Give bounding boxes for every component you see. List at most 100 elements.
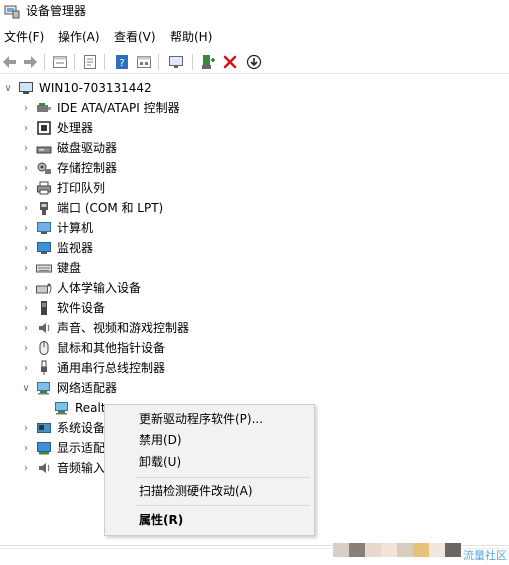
uninstall-button[interactable] — [220, 52, 240, 72]
menu-view[interactable]: 查看(V) — [114, 29, 156, 45]
tree-item-monitor[interactable]: › 监视器 — [20, 238, 93, 258]
mosaic-strip — [333, 543, 461, 557]
tree-item-processor[interactable]: › 处理器 — [20, 118, 93, 138]
tree-item-software[interactable]: › 软件设备 — [20, 298, 105, 318]
tree-item-label: 打印队列 — [57, 181, 106, 195]
toolbar-separator — [44, 54, 45, 70]
scan-button[interactable] — [244, 52, 264, 72]
toolbar-separator — [74, 54, 75, 70]
tree-item-label: 软件设备 — [57, 301, 106, 315]
tree-item-label: 音频输入 — [57, 461, 106, 475]
tree-item-storage[interactable]: › 存储控制器 — [20, 158, 117, 178]
expand-chevron-icon[interactable]: › — [20, 278, 32, 298]
expand-chevron-icon[interactable]: › — [20, 218, 32, 238]
update-driver-button[interactable] — [134, 52, 154, 72]
expand-chevron-icon[interactable]: › — [20, 198, 32, 218]
tree-item-label: Realt — [75, 401, 106, 415]
computer-icon — [37, 222, 51, 234]
port-icon — [40, 202, 48, 215]
computer-icon — [19, 82, 33, 94]
software-device-icon — [41, 301, 47, 315]
tree-item-sound[interactable]: › 声音、视频和游戏控制器 — [20, 318, 189, 338]
tree-item-audio-input[interactable]: › 音频输入 — [20, 458, 105, 478]
ctx-separator — [135, 505, 310, 506]
expand-chevron-icon[interactable]: › — [20, 358, 32, 378]
system-device-icon — [37, 423, 51, 433]
ctx-disable[interactable]: 禁用(D) — [105, 430, 314, 450]
tree-item-label: 系统设备 — [57, 421, 106, 435]
tree-item-label: IDE ATA/ATAPI 控制器 — [57, 101, 180, 115]
tree-item-ide[interactable]: › IDE ATA/ATAPI 控制器 — [20, 98, 180, 118]
back-button[interactable] — [0, 52, 20, 72]
ide-controller-icon — [37, 103, 51, 112]
tree-item-printer[interactable]: › 打印队列 — [20, 178, 105, 198]
network-card-icon — [55, 402, 68, 415]
help-icon: ? — [116, 55, 128, 69]
tree-item-realtek[interactable]: Realt — [38, 398, 106, 418]
svg-text:?: ? — [119, 58, 124, 69]
tree-item-keyboard[interactable]: › 键盘 — [20, 258, 81, 278]
show-hidden-icon — [53, 56, 67, 68]
tree-item-label: 端口 (COM 和 LPT) — [57, 201, 164, 215]
tree-item-computer[interactable]: › 计算机 — [20, 218, 93, 238]
storage-controller-icon — [37, 162, 51, 174]
expand-chevron-icon[interactable]: › — [20, 438, 32, 458]
context-menu: 更新驱动程序软件(P)... 禁用(D) 卸载(U) 扫描检测硬件改动(A) 属… — [104, 404, 315, 536]
tree-root[interactable]: ∨ WIN10-703131442 — [2, 78, 151, 98]
tree-item-label: 声音、视频和游戏控制器 — [57, 321, 190, 335]
monitor-button[interactable] — [166, 52, 186, 72]
menu-help[interactable]: 帮助(H) — [170, 29, 212, 45]
expand-chevron-icon[interactable]: › — [20, 178, 32, 198]
hid-icon — [36, 283, 52, 294]
forward-arrow-icon — [24, 56, 37, 68]
sound-icon — [39, 323, 50, 333]
tree-item-network[interactable]: ∨ 网络适配器 — [20, 378, 117, 398]
menu-action[interactable]: 操作(A) — [58, 29, 100, 45]
tree-item-label: 通用串行总线控制器 — [57, 361, 166, 375]
window-title: 设备管理器 — [26, 4, 87, 18]
expand-chevron-icon[interactable]: › — [20, 138, 32, 158]
tree-item-ports[interactable]: › 端口 (COM 和 LPT) — [20, 198, 163, 218]
expand-chevron-icon[interactable]: › — [20, 318, 32, 338]
expand-chevron-icon[interactable]: › — [20, 338, 32, 358]
tree-item-mouse[interactable]: › 鼠标和其他指针设备 — [20, 338, 165, 358]
back-arrow-icon — [3, 56, 16, 68]
ctx-update-driver[interactable]: 更新驱动程序软件(P)... — [105, 409, 314, 429]
show-hidden-button[interactable] — [50, 52, 70, 72]
expand-chevron-icon[interactable]: › — [20, 418, 32, 438]
tree-item-system[interactable]: › 系统设备 — [20, 418, 105, 438]
help-button[interactable]: ? — [112, 52, 132, 72]
expand-chevron-icon[interactable]: › — [20, 298, 32, 318]
tree-item-hid[interactable]: › 人体学输入设备 — [20, 278, 141, 298]
toolbar-separator — [104, 54, 105, 70]
keyboard-icon — [36, 264, 52, 273]
update-driver-icon — [137, 56, 151, 68]
expand-chevron-icon[interactable]: › — [20, 118, 32, 138]
expand-chevron-icon[interactable]: › — [20, 258, 32, 278]
tree-item-usb[interactable]: › 通用串行总线控制器 — [20, 358, 165, 378]
expand-chevron-icon[interactable]: › — [20, 238, 32, 258]
collapse-chevron-icon[interactable]: ∨ — [2, 78, 14, 98]
add-device-button[interactable] — [198, 52, 218, 72]
menu-file[interactable]: 文件(F) — [4, 29, 44, 45]
scan-download-icon — [246, 54, 262, 70]
toolbar-separator — [192, 54, 193, 70]
add-device-icon — [202, 55, 215, 69]
collapse-chevron-icon[interactable]: ∨ — [20, 378, 32, 398]
forward-button[interactable] — [20, 52, 40, 72]
printer-icon — [37, 181, 51, 195]
processor-icon — [37, 121, 51, 135]
tree-item-disk[interactable]: › 磁盘驱动器 — [20, 138, 117, 158]
properties-button[interactable] — [80, 52, 100, 72]
audio-input-icon — [39, 463, 50, 473]
ctx-properties[interactable]: 属性(R) — [105, 510, 314, 530]
ctx-scan-hardware[interactable]: 扫描检测硬件改动(A) — [105, 481, 314, 501]
display-adapter-icon — [37, 442, 51, 455]
expand-chevron-icon[interactable]: › — [20, 98, 32, 118]
tree-item-display[interactable]: › 显示适配器 — [20, 438, 117, 458]
expand-chevron-icon[interactable]: › — [20, 458, 32, 478]
network-adapter-icon — [37, 382, 50, 395]
ctx-uninstall[interactable]: 卸载(U) — [105, 452, 314, 472]
tree-item-label: 计算机 — [57, 221, 94, 235]
expand-chevron-icon[interactable]: › — [20, 158, 32, 178]
